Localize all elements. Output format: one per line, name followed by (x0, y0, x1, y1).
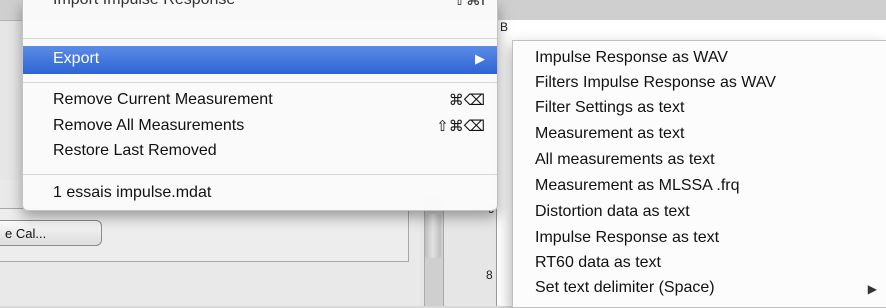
menu-item-shortcut: ⇧⌘I (453, 0, 485, 9)
menu-item-export[interactable]: Export ▶ (23, 46, 497, 74)
submenu-item-filters-impulse-response-wav[interactable]: Filters Impulse Response as WAV (513, 72, 886, 98)
submenu-item-label: Filter Settings as text (535, 99, 685, 116)
menu-separator (23, 82, 497, 83)
submenu-item-label: Measurement as text (535, 125, 685, 142)
menu-item-label: Export (53, 50, 100, 67)
submenu-item-label: Filters Impulse Response as WAV (535, 74, 776, 91)
export-submenu: Impulse Response as WAV Filters Impulse … (512, 40, 886, 308)
submenu-item-all-measurements-text[interactable]: All measurements as text (513, 149, 886, 175)
scrollbar-thumb[interactable] (425, 214, 441, 258)
menu-item-restore-last-removed[interactable]: Restore Last Removed (23, 141, 497, 165)
calibration-button[interactable]: e Cal... (0, 220, 102, 246)
submenu-item-measurement-text[interactable]: Measurement as text (513, 123, 886, 149)
submenu-item-distortion-data-text[interactable]: Distortion data as text (513, 201, 886, 227)
submenu-item-set-text-delimiter[interactable]: Set text delimiter (Space) ▶ (513, 277, 886, 303)
menu-item-label: 1 essais impulse.mdat (53, 184, 212, 201)
submenu-item-filter-settings-text[interactable]: Filter Settings as text (513, 97, 886, 123)
submenu-item-impulse-response-text[interactable]: Impulse Response as text (513, 227, 886, 253)
submenu-item-label: All measurements as text (535, 151, 715, 168)
menu-item-recent-file[interactable]: 1 essais impulse.mdat (23, 183, 497, 207)
submenu-item-label: Impulse Response as WAV (535, 49, 728, 66)
submenu-item-label: Measurement as MLSSA .frq (535, 177, 740, 194)
menu-item-label: Remove Current Measurement (53, 91, 273, 108)
menu-separator (23, 174, 497, 175)
menu-item-label: Import Impulse Response (53, 0, 235, 9)
submenu-item-rt60-data-text[interactable]: RT60 data as text (513, 252, 886, 278)
axis-label-8: 8 (486, 268, 493, 282)
submenu-item-label: Distortion data as text (535, 203, 690, 220)
submenu-item-label: RT60 data as text (535, 254, 661, 271)
menu-item-shortcut: ⇧⌘⌫ (436, 118, 485, 135)
menu-item-import-impulse-response[interactable]: Import Impulse Response ⇧⌘I (23, 0, 497, 14)
submenu-item-label: Set text delimiter (Space) (535, 279, 715, 296)
submenu-item-measurement-mlssa-frq[interactable]: Measurement as MLSSA .frq (513, 175, 886, 201)
submenu-item-impulse-response-wav[interactable]: Impulse Response as WAV (513, 47, 886, 73)
menu-separator (23, 38, 497, 39)
submenu-arrow-icon: ▶ (475, 51, 485, 66)
menu-item-remove-current-measurement[interactable]: Remove Current Measurement ⌘⌫ (23, 90, 497, 114)
axis-label-b: B (500, 20, 509, 34)
submenu-item-label: Impulse Response as text (535, 229, 720, 246)
menu-item-remove-all-measurements[interactable]: Remove All Measurements ⇧⌘⌫ (23, 116, 497, 140)
menu-item-label: Restore Last Removed (53, 142, 217, 159)
menu-item-shortcut: ⌘⌫ (448, 92, 485, 109)
menu-item-label: Remove All Measurements (53, 117, 245, 134)
submenu-arrow-icon: ▶ (867, 282, 877, 296)
file-menu: Import Impulse Response ⇧⌘I Export ▶ Rem… (22, 0, 498, 211)
